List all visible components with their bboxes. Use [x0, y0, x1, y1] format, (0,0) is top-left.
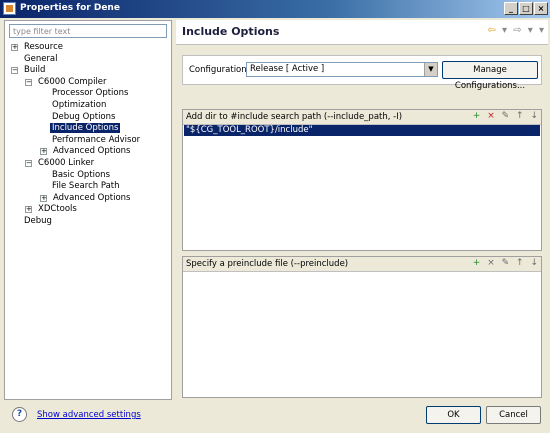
tree-item-label: Advanced Options — [53, 146, 131, 157]
tree-item-performance-advisor[interactable]: Performance Advisor — [50, 135, 142, 146]
tree-item-compiler-advanced-options[interactable]: + Advanced Options — [40, 146, 132, 157]
forward-menu-icon[interactable]: ▾ — [528, 25, 533, 36]
nav-toolbar: ⇦ ▾ ⇨ ▾ ▾ — [484, 25, 544, 36]
include-path-row[interactable]: "${CG_TOOL_ROOT}/include" — [184, 125, 540, 136]
tree-item-linker-advanced-options[interactable]: + Advanced Options — [40, 193, 132, 204]
add-icon[interactable]: + — [473, 258, 481, 268]
main-panel: Include Options ⇦ ▾ ⇨ ▾ ▾ Configuration:… — [176, 20, 548, 400]
delete-icon[interactable]: × — [487, 111, 495, 121]
ok-button[interactable]: OK — [426, 406, 481, 424]
back-arrow-icon[interactable]: ⇦ — [487, 25, 495, 36]
delete-icon[interactable]: × — [487, 258, 495, 268]
window-title: Properties for Dene — [20, 3, 120, 13]
configuration-label: Configuration: — [189, 65, 250, 75]
back-menu-icon[interactable]: ▾ — [502, 25, 507, 36]
forward-arrow-icon[interactable]: ⇨ — [513, 25, 521, 36]
view-menu-icon[interactable]: ▾ — [539, 25, 544, 36]
configuration-value: Release [ Active ] — [250, 64, 325, 74]
tree-item-processor-options[interactable]: Processor Options — [50, 88, 130, 99]
collapse-icon[interactable]: − — [25, 78, 32, 86]
tree-item-label: C6000 Compiler — [38, 76, 107, 87]
manage-configurations-button[interactable]: Manage Configurations... — [442, 61, 538, 91]
tree-item-label: Debug Options — [52, 111, 116, 122]
preinclude-title: Specify a preinclude file (--preinclude) — [186, 259, 349, 269]
preinclude-section: Specify a preinclude file (--preinclude)… — [182, 256, 542, 398]
collapse-icon[interactable]: − — [11, 67, 18, 75]
maximize-button[interactable]: □ — [519, 2, 533, 15]
expand-icon[interactable]: + — [40, 194, 47, 202]
show-advanced-settings-link[interactable]: Show advanced settings — [37, 410, 141, 420]
tree-item-file-search-path[interactable]: File Search Path — [50, 181, 122, 192]
configuration-group: Configuration: Release [ Active ] ▼ Mana… — [182, 55, 542, 91]
sidebar: + Resource General − Build − C6000 Compi… — [4, 20, 172, 400]
tree-item-label: XDCtools — [38, 204, 77, 215]
move-up-icon[interactable]: ↑ — [516, 111, 524, 121]
tree-item-label: Build — [24, 65, 46, 76]
tree-item-label: Advanced Options — [53, 192, 131, 203]
include-path-section: Add dir to #include search path (--inclu… — [182, 109, 542, 251]
tree-item-label: Optimization — [52, 100, 107, 110]
edit-icon[interactable]: ✎ — [502, 258, 510, 268]
tree-item-optimization[interactable]: Optimization — [50, 100, 108, 111]
tree-item-debug[interactable]: Debug — [22, 216, 54, 227]
filter-input[interactable] — [9, 24, 167, 38]
page-title: Include Options — [182, 25, 280, 38]
tree-item-label: Resource — [24, 42, 63, 52]
title-bar: Properties for Dene _ □ × — [0, 0, 550, 18]
minimize-button[interactable]: _ — [504, 2, 518, 15]
add-icon[interactable]: + — [473, 111, 481, 121]
page-header: Include Options ⇦ ▾ ⇨ ▾ ▾ — [176, 20, 548, 45]
preinclude-header: Specify a preinclude file (--preinclude)… — [183, 257, 541, 272]
chevron-down-icon[interactable]: ▼ — [424, 63, 437, 76]
tree-item-label: Processor Options — [52, 88, 129, 99]
move-down-icon[interactable]: ↓ — [530, 111, 538, 121]
close-button[interactable]: × — [534, 2, 548, 15]
include-path-toolbar: + × ✎ ↑ ↓ — [469, 111, 538, 121]
tree-item-label: Include Options — [50, 123, 121, 134]
move-up-icon[interactable]: ↑ — [516, 258, 524, 268]
tree-item-label: General — [24, 53, 58, 64]
tree-item-label: Basic Options — [52, 169, 111, 180]
tree-item-resource[interactable]: + Resource — [11, 42, 65, 53]
help-icon[interactable]: ? — [12, 407, 27, 422]
collapse-icon[interactable]: − — [25, 160, 32, 167]
cancel-button[interactable]: Cancel — [486, 406, 541, 424]
tree-item-build[interactable]: − Build — [11, 65, 47, 76]
move-down-icon[interactable]: ↓ — [530, 258, 538, 268]
app-icon — [3, 2, 16, 15]
expand-icon[interactable]: + — [40, 148, 47, 156]
tree-item-xdctools[interactable]: + XDCtools — [25, 204, 79, 215]
tree-item-basic-options[interactable]: Basic Options — [50, 170, 112, 181]
include-path-title: Add dir to #include search path (--inclu… — [186, 112, 403, 122]
expand-icon[interactable]: + — [11, 44, 18, 51]
expand-icon[interactable]: + — [25, 206, 32, 214]
tree-item-c6000-compiler[interactable]: − C6000 Compiler — [25, 77, 109, 88]
tree-item-label: Performance Advisor — [52, 134, 141, 145]
tree-item-label: Debug — [24, 216, 52, 226]
preinclude-toolbar: + × ✎ ↑ ↓ — [469, 258, 538, 268]
properties-dialog: Properties for Dene _ □ × + Resource Gen… — [0, 0, 550, 433]
tree-item-general[interactable]: General — [22, 54, 60, 65]
tree-item-label: C6000 Linker — [38, 158, 95, 168]
tree-item-include-options[interactable]: Include Options — [50, 123, 121, 134]
edit-icon[interactable]: ✎ — [502, 111, 510, 121]
tree-item-label: File Search Path — [52, 181, 120, 192]
tree-item-debug-options[interactable]: Debug Options — [50, 112, 117, 123]
include-path-header: Add dir to #include search path (--inclu… — [183, 110, 541, 125]
tree-item-c6000-linker[interactable]: − C6000 Linker — [25, 158, 96, 169]
configuration-select[interactable]: Release [ Active ] ▼ — [246, 62, 438, 77]
